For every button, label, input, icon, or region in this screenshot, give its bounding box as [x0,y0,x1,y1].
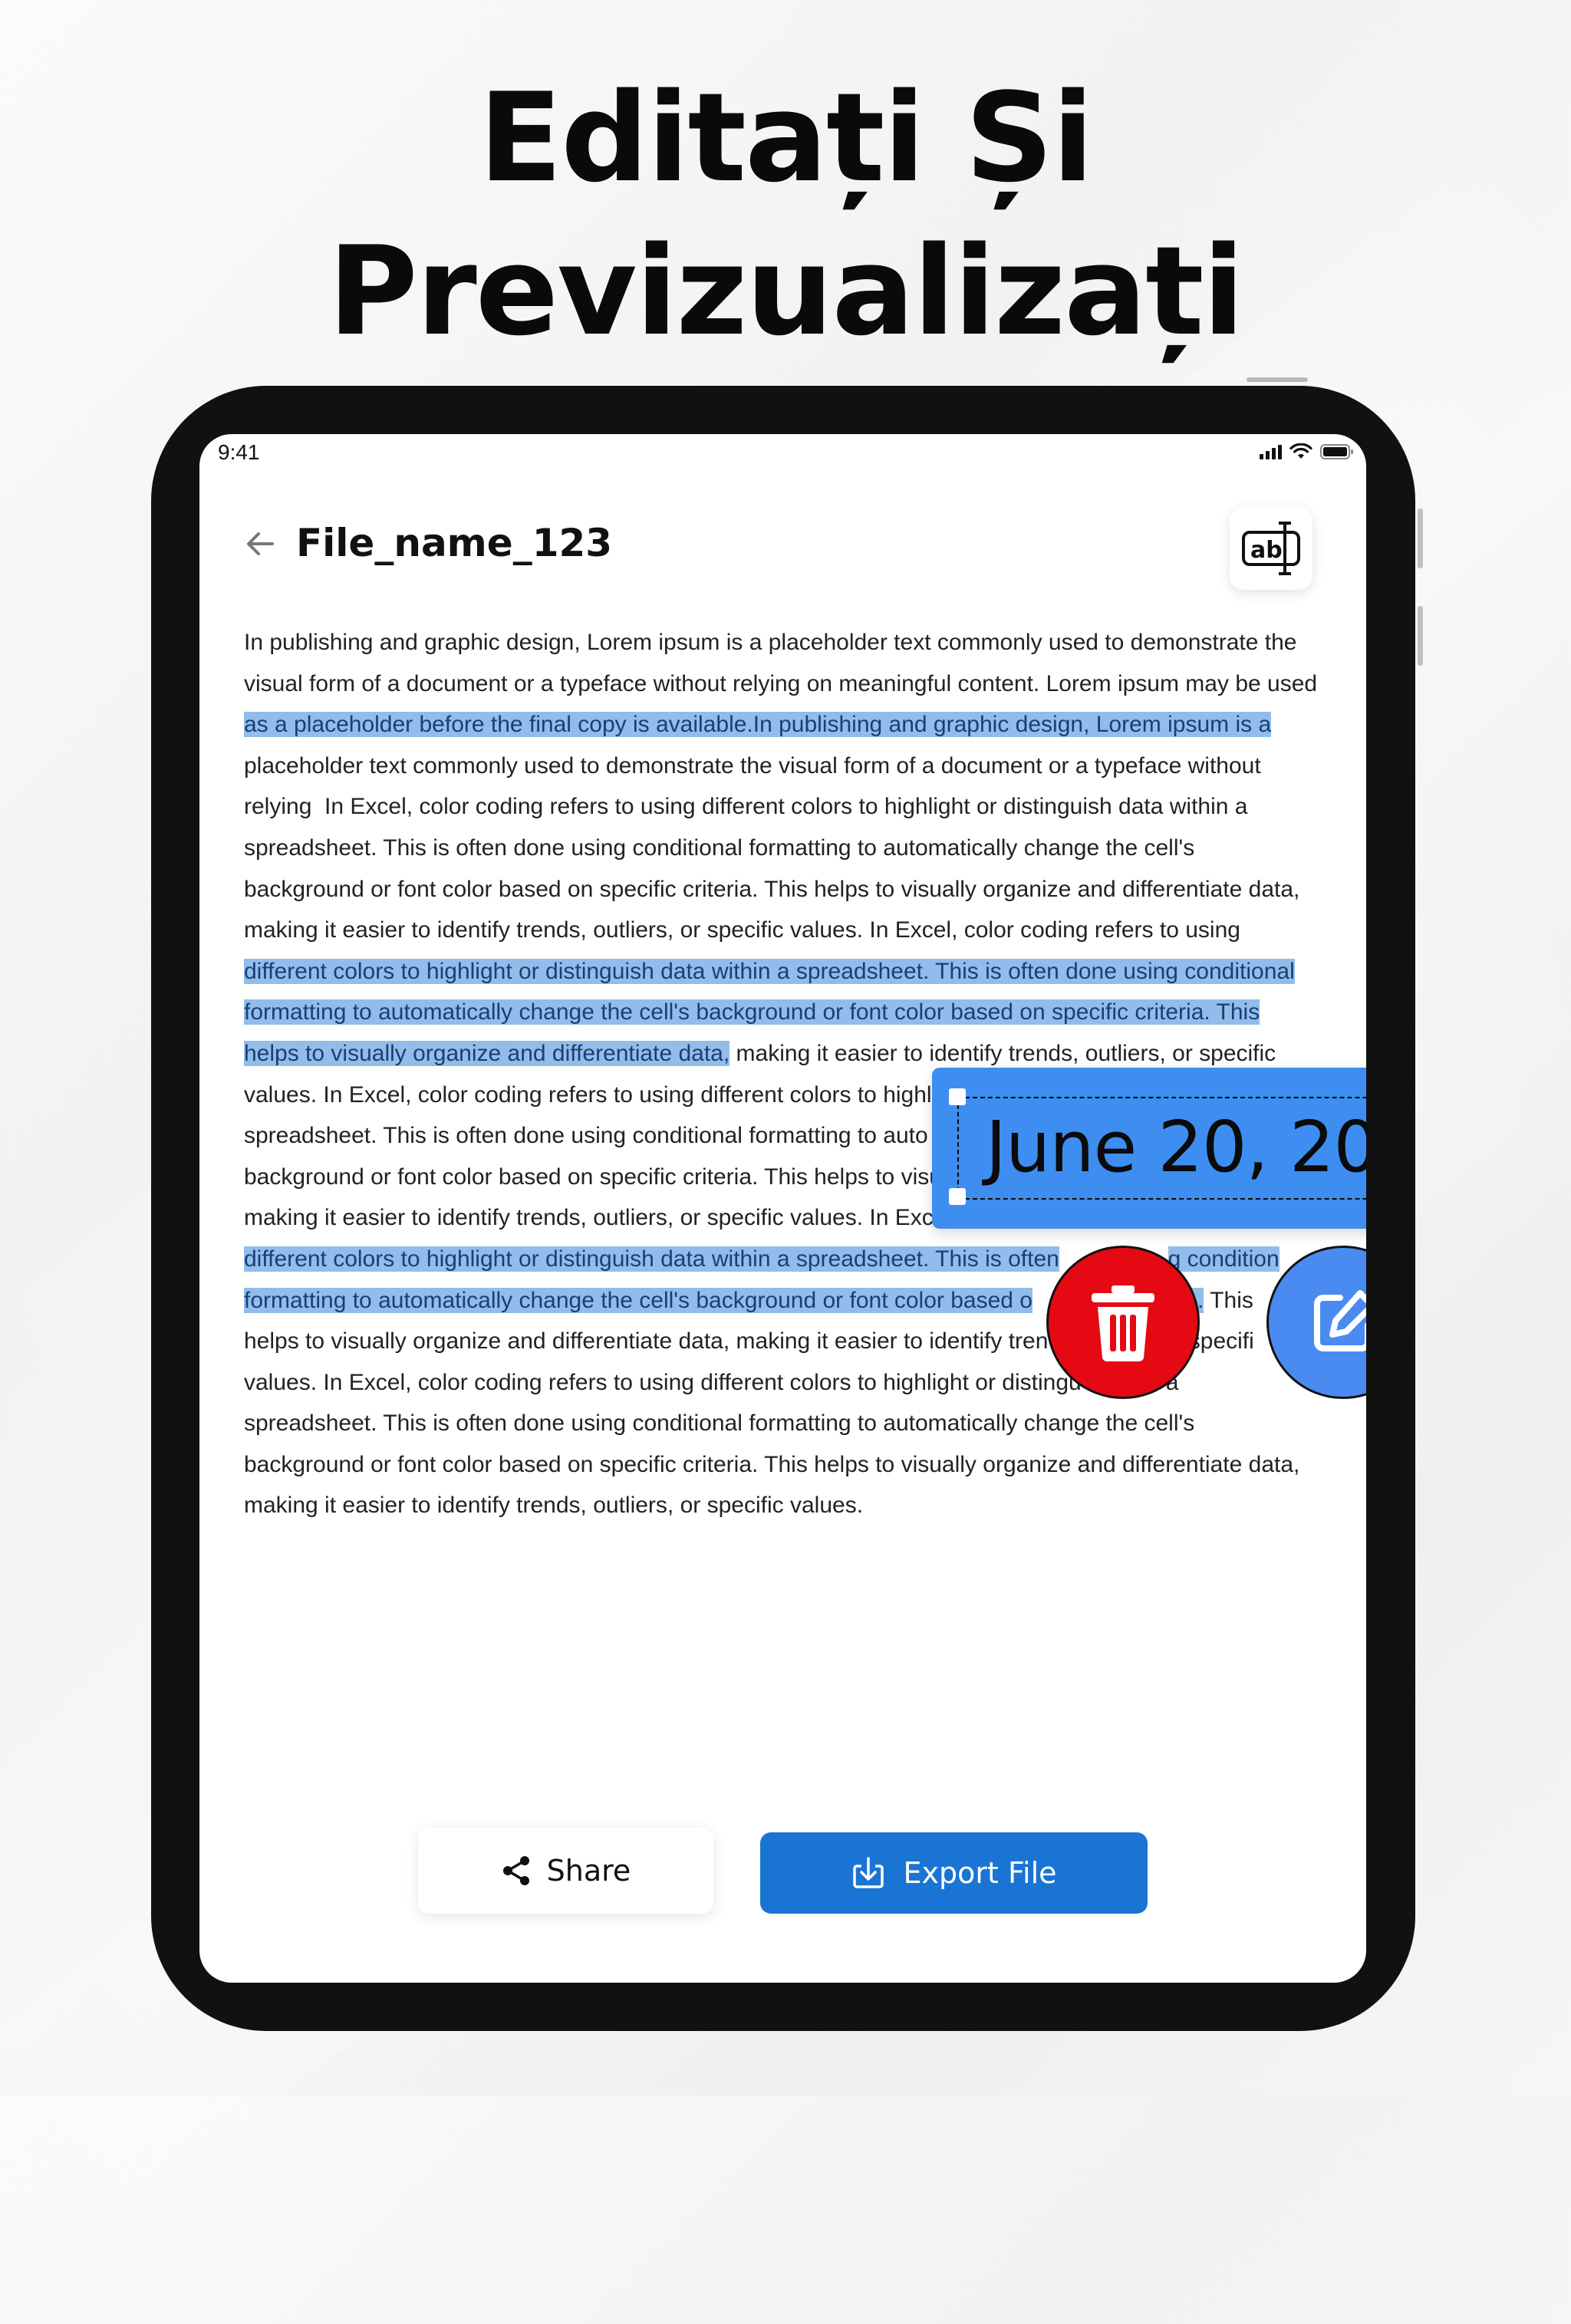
date-stamp[interactable]: June 20, 2024 [932,1068,1366,1229]
delete-button[interactable] [1046,1246,1200,1399]
pencil-square-icon [1314,1290,1366,1351]
document-line: spreadsheet. This is often done using co… [244,1403,1333,1444]
document-line: making it easier to identify trends, out… [244,1485,1333,1526]
highlighted-text: helps to visually organize and different… [244,1040,730,1066]
text-segment: visual form of a document or a typeface … [244,670,1318,696]
text-segment: making it easier to identify trends, out… [244,1205,934,1231]
wifi-icon [1289,443,1312,460]
svg-text:ab: ab [1250,537,1283,564]
document-line: In publishing and graphic design, Lorem … [244,622,1333,663]
document-line: background or font color based on specif… [244,869,1333,910]
document-line: relying In Excel, color coding refers to… [244,786,1333,828]
tablet-power-button [1247,377,1308,382]
tablet-volume-up-button [1418,509,1423,568]
text-segment: background or font color based on specif… [244,1164,942,1190]
status-icons [1260,443,1354,460]
highlighted-text: different colors to highlight or disting… [244,958,1295,984]
highlighted-text: as a placeholder before the final copy i… [244,712,1272,738]
tablet-volume-down-button [1418,606,1423,666]
date-text: June 20, 2024 [985,1105,1366,1188]
text-segment: making it easier to identify trends, out… [244,917,1240,943]
export-label: Export File [903,1856,1057,1890]
document-line: different colors to highlight or disting… [244,951,1333,992]
text-segment: This [1204,1287,1253,1313]
text-segment: placeholder text commonly used to demons… [244,752,1261,779]
download-icon [853,1857,884,1888]
text-edit-ab-icon: ab [1242,522,1300,575]
document-line: as a placeholder before the final copy i… [244,704,1333,746]
headline-line-1: Editați Și [478,66,1094,209]
text-segment: spreadsheet. This is often done using co… [244,1123,928,1149]
text-segment: values. In Excel, color coding refers to… [244,1369,1082,1395]
tablet-screen: 9:41 File_name_123 ab In publishing and … [199,434,1366,1983]
document-line: spreadsheet. This is often done using co… [244,828,1333,869]
text-segment: spreadsheet. This is often done using co… [244,834,1195,861]
text-segment: making it easier to identify trends, out… [244,1493,864,1519]
highlighted-text: g condition [1168,1246,1280,1272]
headline: Editați Și Previzualizați [0,61,1571,368]
share-button[interactable]: Share [418,1828,713,1914]
text-segment: making it easier to identify trends, out… [730,1040,1276,1066]
text-segment: relying In Excel, color coding refers to… [244,794,1248,820]
share-label: Share [546,1854,631,1888]
text-segment: In publishing and graphic design, Lorem … [244,630,1297,655]
text-segment: background or font color based on specif… [244,876,1300,902]
document-line: placeholder text commonly used to demons… [244,746,1333,787]
highlighted-text: different colors to highlight or disting… [244,1246,1059,1272]
text-segment: helps to visually organize and different… [244,1328,1049,1355]
signal-icon [1260,444,1282,459]
highlighted-text: formatting to automatically change the c… [244,1287,1033,1313]
document-line: making it easier to identify trends, out… [244,910,1333,951]
text-segment: background or font color based on specif… [244,1451,1300,1477]
status-time: 9:41 [218,440,260,464]
trash-icon [1092,1285,1154,1362]
file-title: File_name_123 [296,521,613,565]
battery-icon [1320,443,1354,460]
text-segment: values. In Excel, color coding refers to… [244,1081,937,1108]
document-line: formatting to automatically change the c… [244,992,1333,1033]
text-segment: spreadsheet. This is often done using co… [244,1411,1195,1437]
document-line: background or font color based on specif… [244,1444,1333,1486]
headline-line-2: Previzualizați [328,219,1245,363]
arrow-left-icon[interactable] [242,525,280,563]
document-line: visual form of a document or a typeface … [244,663,1333,705]
export-file-button[interactable]: Export File [760,1832,1148,1914]
highlighted-text: formatting to automatically change the c… [244,999,1260,1025]
text-edit-ab-button[interactable]: ab [1230,507,1312,590]
share-icon [502,1856,529,1885]
